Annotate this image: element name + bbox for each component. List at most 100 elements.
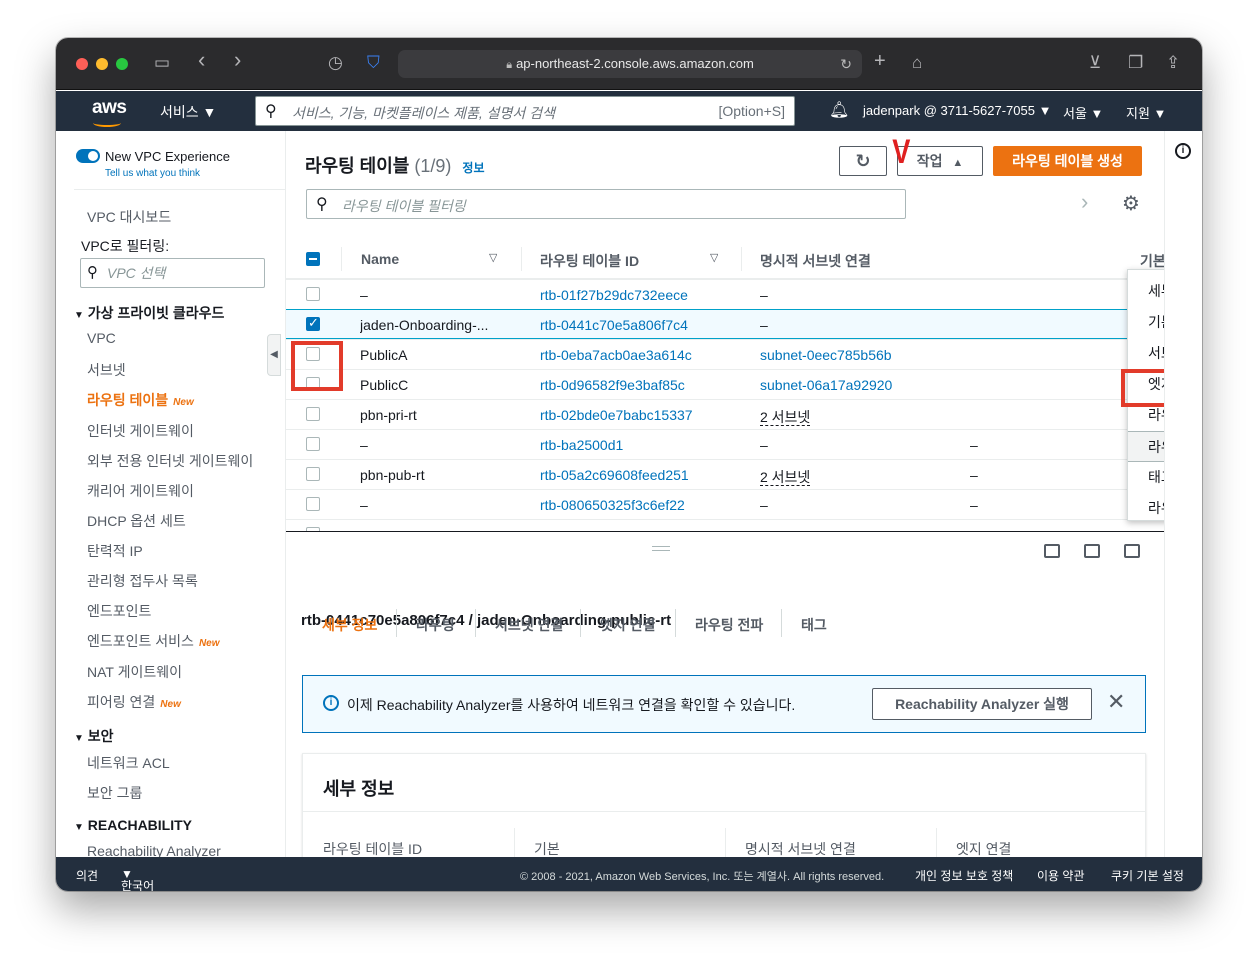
- close-window-button[interactable]: [76, 58, 88, 70]
- section-vpc[interactable]: ▼ 가상 프라이빗 클라우드: [74, 303, 224, 323]
- settings-gear-icon[interactable]: ⚙: [1122, 191, 1140, 216]
- maximize-window-button[interactable]: [116, 58, 128, 70]
- panel-side-icon[interactable]: [1084, 544, 1100, 558]
- row-checkbox[interactable]: [306, 467, 320, 481]
- sidebar-item-reachability-analyzer[interactable]: Reachability Analyzer: [87, 843, 221, 857]
- panel-bottom-icon[interactable]: [1044, 544, 1060, 558]
- refresh-button[interactable]: ↻: [839, 146, 887, 176]
- select-all-checkbox[interactable]: [306, 252, 320, 266]
- address-bar[interactable]: 🔒︎ ap-northeast-2.console.aws.amazon.com …: [398, 50, 862, 78]
- sidebar-item[interactable]: VPC: [87, 330, 116, 346]
- sidebar-item-security-groups[interactable]: 보안 그룹: [87, 783, 142, 803]
- column-header-main[interactable]: 기본: [1140, 251, 1164, 271]
- table-row[interactable]: pbn-pub-rtrtb-05a2c69608feed2512 서브넷–아니: [286, 459, 1164, 489]
- feedback-link[interactable]: 의견: [76, 867, 98, 884]
- sidebar-item[interactable]: 인터넷 게이트웨이: [87, 421, 194, 441]
- table-row[interactable]: pbn-pri-rtrtb-02bde0e7babc153372 서브넷아니: [286, 399, 1164, 429]
- new-tab-icon[interactable]: +: [874, 51, 886, 71]
- row-checkbox[interactable]: [306, 437, 320, 451]
- cookies-link[interactable]: 쿠키 기본 설정: [1111, 867, 1184, 884]
- feedback-link[interactable]: Tell us what you think: [105, 168, 200, 179]
- panel-full-icon[interactable]: [1124, 544, 1140, 558]
- menu-item[interactable]: 세부 정보 보기: [1128, 276, 1164, 307]
- row-subnet[interactable]: subnet-06a17a92920: [760, 377, 892, 393]
- menu-item[interactable]: 라우팅 편집: [1128, 431, 1164, 462]
- vpc-filter-select[interactable]: ⚲ VPC 선택: [80, 258, 265, 288]
- sidebar-item[interactable]: NAT 게이트웨이: [87, 662, 182, 682]
- menu-item[interactable]: 라우팅 테이블 삭제: [1128, 493, 1164, 524]
- menu-item[interactable]: 태그 관리: [1128, 462, 1164, 493]
- sidebar-item-dashboard[interactable]: VPC 대시보드: [87, 207, 171, 227]
- sidebar-item-network-acl[interactable]: 네트워크 ACL: [87, 753, 170, 773]
- bell-icon[interactable]: 🔔︎: [829, 100, 849, 120]
- services-menu[interactable]: 서비스 ▼: [160, 102, 216, 122]
- row-checkbox[interactable]: [306, 315, 320, 331]
- aws-logo[interactable]: aws: [92, 97, 127, 127]
- next-page-icon[interactable]: ›: [1081, 189, 1088, 215]
- shield-icon[interactable]: ⛉: [367, 53, 380, 73]
- detail-tab[interactable]: 라우팅: [416, 615, 455, 635]
- new-vpc-toggle[interactable]: [76, 149, 100, 163]
- account-menu[interactable]: jadenpark @ 3711-5627-7055 ▼: [863, 103, 1051, 118]
- minimize-window-button[interactable]: [96, 58, 108, 70]
- menu-item[interactable]: 기본 라우팅 테이블 설정: [1128, 307, 1164, 338]
- detail-tab[interactable]: 서브넷 연결: [495, 615, 563, 635]
- tabs-overview-icon[interactable]: ❐: [1128, 53, 1143, 73]
- sort-caret-icon[interactable]: ▽: [710, 251, 718, 264]
- language-selector[interactable]: 한국어 ▼: [121, 867, 154, 891]
- table-row[interactable]: PublicC rtb-0d96582f9e3baf85c subnet-06a17…: [286, 369, 1164, 399]
- row-id[interactable]: rtb-ba2500d1: [540, 437, 623, 453]
- table-row[interactable]: –rtb-01f27b29dc732eece–예: [286, 279, 1164, 309]
- row-id[interactable]: rtb-0eba7acb0ae3a614c: [540, 347, 692, 363]
- drag-handle-icon[interactable]: [652, 546, 670, 551]
- row-checkbox[interactable]: [306, 497, 320, 511]
- sidebar-item[interactable]: DHCP 옵션 세트: [87, 511, 186, 531]
- row-subnet[interactable]: subnet-0eec785b56b: [760, 347, 892, 363]
- detail-tab[interactable]: 태그: [801, 615, 827, 635]
- sidebar-item[interactable]: 피어링 연결 New: [87, 692, 181, 712]
- terms-link[interactable]: 이용 약관: [1037, 867, 1085, 884]
- history-clock-icon[interactable]: ◷: [328, 53, 343, 73]
- row-checkbox[interactable]: [306, 407, 320, 421]
- row-id[interactable]: rtb-01f27b29dc732eece: [540, 287, 688, 303]
- sidebar-item[interactable]: 탄력적 IP: [87, 541, 143, 561]
- sidebar-item[interactable]: 캐리어 게이트웨이: [87, 481, 194, 501]
- row-id[interactable]: rtb-0d96582f9e3baf85c: [540, 377, 685, 393]
- collapse-sidebar-icon[interactable]: ◀: [267, 334, 281, 376]
- column-header-id[interactable]: 라우팅 테이블 ID: [540, 251, 639, 271]
- row-id[interactable]: rtb-02bde0e7babc15337: [540, 407, 693, 423]
- sidebar-item[interactable]: 라우팅 테이블 New: [87, 390, 194, 410]
- section-security[interactable]: ▼ 보안: [74, 726, 114, 746]
- privacy-link[interactable]: 개인 정보 보호 정책: [915, 867, 1013, 884]
- sidebar-item[interactable]: 서브넷: [87, 360, 126, 380]
- share-icon[interactable]: ⇪: [1166, 53, 1180, 73]
- close-icon[interactable]: ✕: [1107, 691, 1125, 713]
- home-icon[interactable]: ⌂: [912, 53, 922, 73]
- sidebar-icon[interactable]: ▭: [154, 53, 170, 73]
- detail-tab[interactable]: 라우팅 전파: [695, 615, 763, 635]
- sort-caret-icon[interactable]: ▽: [489, 251, 497, 264]
- detail-tab[interactable]: 엣지 연결: [600, 615, 655, 635]
- table-filter-input[interactable]: ⚲ 라우팅 테이블 필터링: [306, 189, 906, 219]
- table-row[interactable]: –rtb-ba2500d1––예: [286, 429, 1164, 459]
- row-id[interactable]: rtb-05a2c69608feed251: [540, 467, 689, 483]
- region-menu[interactable]: 서울 ▼: [1063, 103, 1103, 122]
- global-search-input[interactable]: ⚲ 서비스, 기능, 마켓플레이스 제품, 설명서 검색 [Option+S]: [255, 96, 795, 126]
- row-id[interactable]: rtb-080650325f3c6ef22: [540, 497, 685, 513]
- row-checkbox[interactable]: [306, 287, 320, 301]
- sidebar-item[interactable]: 외부 전용 인터넷 게이트웨이: [87, 451, 253, 471]
- sidebar-item[interactable]: 엔드포인트 서비스 New: [87, 631, 220, 651]
- section-reachability[interactable]: ▼ REACHABILITY: [74, 817, 192, 833]
- run-reachability-analyzer-button[interactable]: Reachability Analyzer 실행: [872, 688, 1092, 720]
- info-icon[interactable]: i: [1175, 143, 1191, 159]
- sidebar-item[interactable]: 관리형 접두사 목록: [87, 571, 198, 591]
- info-link[interactable]: 정보: [462, 161, 484, 175]
- column-header-name[interactable]: Name: [361, 251, 399, 267]
- download-icon[interactable]: ⊻: [1089, 53, 1101, 73]
- create-route-table-button[interactable]: 라우팅 테이블 생성: [993, 146, 1142, 176]
- table-row[interactable]: –rtb-080650325f3c6ef22––예: [286, 489, 1164, 519]
- table-row[interactable]: jaden-Onboarding-... rtb-0441c70e5a806f7c…: [286, 309, 1164, 339]
- detail-tab[interactable]: 세부 정보: [322, 615, 377, 635]
- table-row[interactable]: PublicA rtb-0eba7acb0ae3a614c subnet-0eec7…: [286, 339, 1164, 369]
- row-id[interactable]: rtb-0441c70e5a806f7c4: [540, 317, 688, 333]
